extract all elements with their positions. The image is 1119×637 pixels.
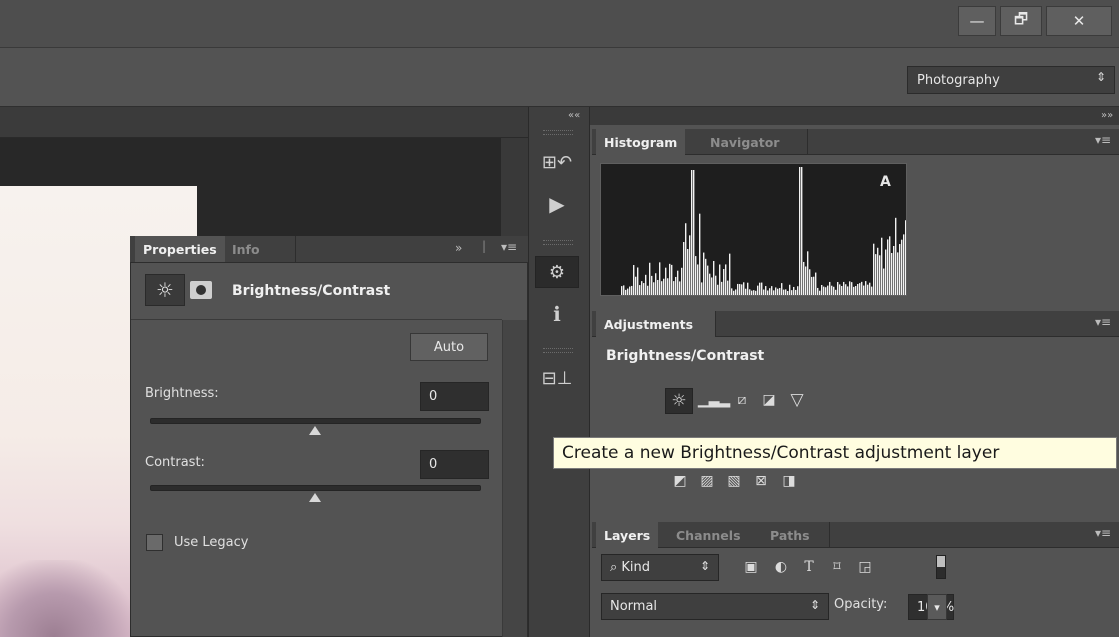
tab-histogram[interactable]: Histogram: [596, 129, 686, 155]
dock-header: [590, 107, 1119, 125]
info-icon[interactable]: ℹ: [535, 298, 579, 330]
contrast-label: Contrast:: [145, 455, 205, 470]
opacity-dropdown-button[interactable]: ▾: [927, 594, 947, 620]
tab-adjustments[interactable]: Adjustments: [596, 311, 716, 337]
curves-icon[interactable]: ⧄: [731, 391, 753, 409]
posterize-icon[interactable]: ▨: [696, 472, 718, 490]
tab-paths[interactable]: Paths: [762, 522, 830, 548]
minimize-button[interactable]: —: [958, 6, 996, 36]
brightness-slider-track[interactable]: [150, 418, 481, 424]
updown-arrow-icon: ⇕: [1095, 70, 1106, 84]
properties-title: Brightness/Contrast: [232, 283, 391, 299]
properties-tab-bar: Properties Info » | ▾≡: [130, 236, 528, 263]
contrast-field[interactable]: 0: [420, 450, 489, 479]
panel-menu-icon[interactable]: ▾≡: [1095, 133, 1111, 147]
expand-arrows-icon[interactable]: »: [455, 241, 462, 255]
brightness-contrast-icon[interactable]: ☼: [665, 388, 693, 414]
close-icon: ✕: [1072, 12, 1086, 30]
updown-arrow-icon: ⇕: [809, 598, 820, 612]
contrast-slider-track[interactable]: [150, 485, 481, 491]
properties-scrollbar[interactable]: [502, 320, 527, 637]
workspace-value: Photography: [917, 72, 1000, 88]
layer-filter-select[interactable]: ⌕ Kind ⇕: [601, 554, 719, 581]
adjustment-filter-icon[interactable]: ◐: [770, 558, 792, 576]
filter-toggle-switch[interactable]: [936, 555, 946, 579]
divider: [131, 319, 502, 320]
sun-icon[interactable]: ☼: [145, 274, 185, 306]
mask-icon[interactable]: [190, 281, 212, 299]
use-legacy-label: Use Legacy: [174, 535, 249, 550]
tooltip: Create a new Brightness/Contrast adjustm…: [553, 437, 1117, 469]
panel-menu-icon[interactable]: ▾≡: [1095, 526, 1111, 540]
brightness-field[interactable]: 0: [420, 382, 489, 411]
histogram-graph: [621, 167, 907, 295]
document-tab-bar: [0, 107, 528, 138]
adjustments-tab-bar: Adjustments ▾≡: [592, 311, 1119, 337]
invert-icon[interactable]: ◩: [669, 472, 691, 490]
layers-tab-bar: Layers Channels Paths ▾≡: [592, 522, 1119, 548]
image-trees: [0, 560, 135, 637]
tab-layers[interactable]: Layers: [596, 522, 659, 548]
divider: |: [482, 239, 487, 253]
cache-warning-icon[interactable]: A: [880, 174, 891, 190]
histogram-tab-bar: Histogram Navigator ▾≡: [592, 129, 1119, 155]
blend-mode-select[interactable]: Normal ⇕: [601, 593, 829, 620]
selective-color-icon[interactable]: ⊠: [750, 472, 772, 490]
type-filter-icon[interactable]: T: [798, 558, 820, 576]
use-legacy-checkbox[interactable]: [146, 534, 163, 551]
brightness-slider-thumb[interactable]: [308, 426, 321, 435]
panel-grip[interactable]: [543, 240, 573, 245]
restore-icon: 🗗: [1013, 9, 1029, 28]
tab-channels[interactable]: Channels: [668, 522, 749, 548]
clone-source-icon[interactable]: ⊟⊥: [535, 362, 579, 394]
exposure-icon[interactable]: ◪: [758, 391, 780, 409]
tab-navigator[interactable]: Navigator: [702, 129, 808, 155]
smart-object-filter-icon[interactable]: ◲: [854, 558, 876, 576]
auto-button[interactable]: Auto: [410, 333, 488, 361]
tab-info[interactable]: Info: [224, 236, 296, 262]
restore-button[interactable]: 🗗: [1000, 6, 1042, 36]
pixel-filter-icon[interactable]: ▣: [740, 558, 762, 576]
brightness-label: Brightness:: [145, 386, 219, 401]
opacity-label: Opacity:: [834, 597, 888, 612]
panel-grip[interactable]: [543, 130, 573, 135]
vibrance-icon[interactable]: ▽: [786, 390, 808, 410]
minimize-icon: —: [969, 12, 985, 30]
panel-menu-icon[interactable]: ▾≡: [1095, 315, 1111, 329]
tab-properties[interactable]: Properties: [135, 236, 225, 262]
updown-arrow-icon: ⇕: [699, 559, 710, 573]
collapse-panels-icon[interactable]: ««: [568, 110, 580, 121]
history-icon[interactable]: ⊞↶: [535, 146, 579, 178]
panel-menu-icon[interactable]: ▾≡: [501, 240, 517, 254]
threshold-icon[interactable]: ▧: [723, 472, 745, 490]
adjustments-heading: Brightness/Contrast: [606, 348, 765, 364]
title-bar: [0, 0, 1119, 48]
properties-icon[interactable]: ⚙: [535, 256, 579, 288]
shape-filter-icon[interactable]: ⌑: [826, 558, 848, 576]
histogram-display: A: [600, 163, 907, 296]
expand-dock-icon[interactable]: »»: [1101, 110, 1113, 121]
workspace-switcher[interactable]: Photography ⇕: [907, 66, 1115, 94]
panel-grip[interactable]: [543, 348, 573, 353]
levels-icon[interactable]: ▁▃▂: [698, 391, 730, 409]
contrast-slider-thumb[interactable]: [308, 493, 321, 502]
actions-play-icon[interactable]: ▶: [535, 188, 579, 220]
close-button[interactable]: ✕: [1046, 6, 1112, 36]
gradient-map-icon[interactable]: ◨: [778, 472, 800, 490]
